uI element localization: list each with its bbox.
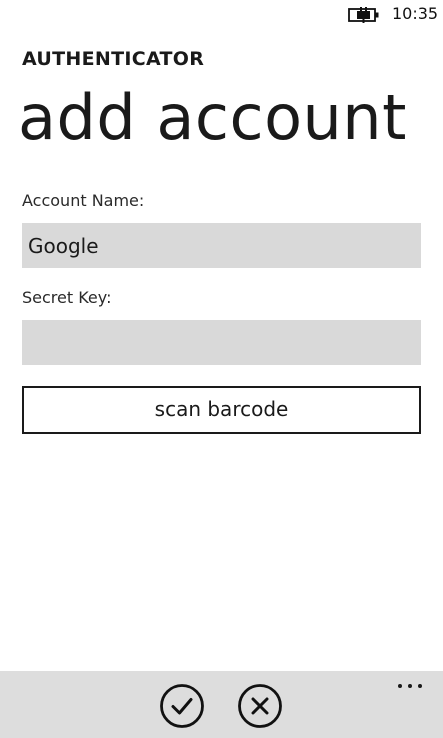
secret-key-label: Secret Key:	[22, 288, 112, 307]
page-title: add account	[18, 81, 407, 154]
status-time: 10:35	[392, 4, 439, 23]
account-name-label: Account Name:	[22, 191, 145, 210]
app-bar	[0, 671, 443, 738]
status-bar: 10:35	[0, 0, 443, 32]
battery-charging-icon	[348, 7, 379, 23]
check-icon[interactable]	[159, 683, 205, 729]
scan-barcode-button[interactable]: scan barcode	[22, 386, 421, 434]
app-title: AUTHENTICATOR	[22, 48, 205, 70]
screen: 10:35 AUTHENTICATOR add account Account …	[0, 0, 443, 738]
ellipsis-icon[interactable]	[396, 675, 424, 695]
secret-key-input[interactable]	[22, 320, 421, 365]
close-icon[interactable]	[237, 683, 283, 729]
account-name-input[interactable]	[22, 223, 421, 268]
